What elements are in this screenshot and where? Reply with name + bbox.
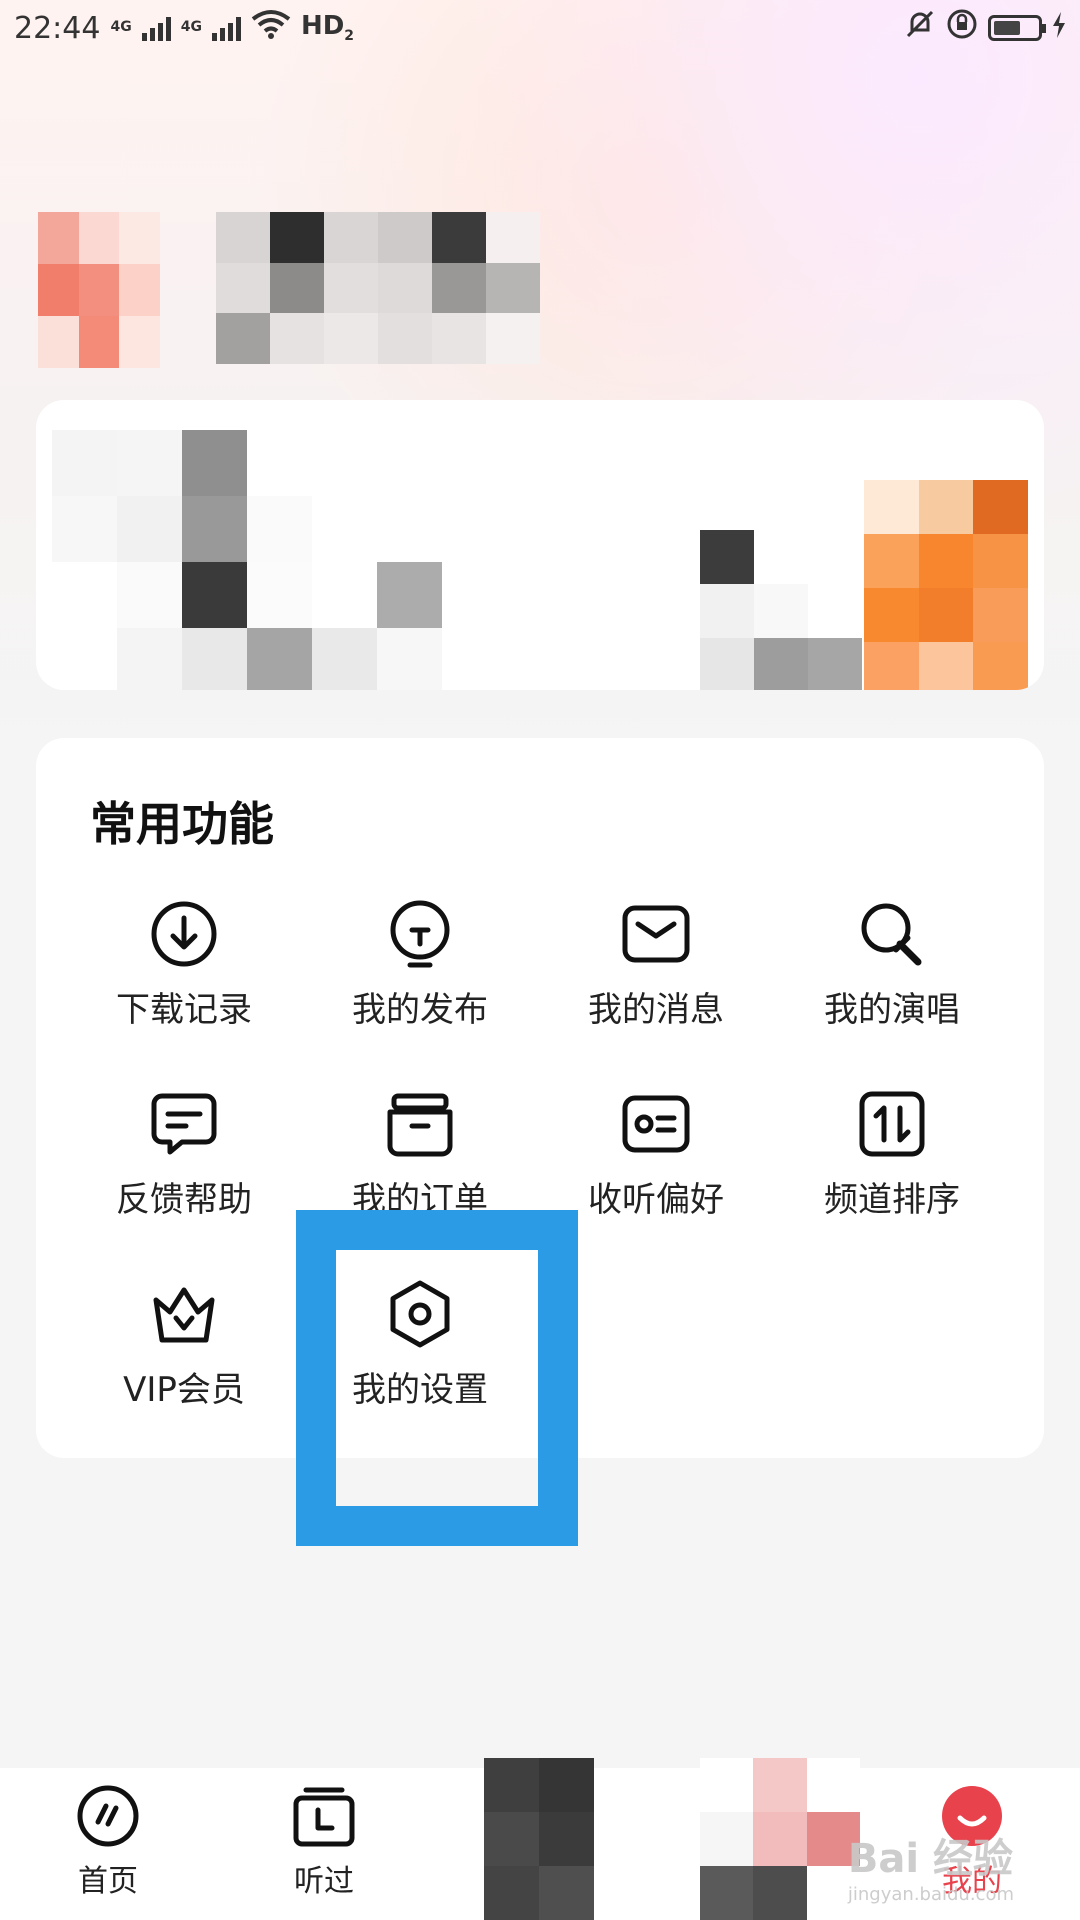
wifi-icon	[251, 9, 291, 47]
signal-icon	[141, 15, 171, 41]
network-label-1: 4G	[110, 19, 132, 35]
status-right	[904, 8, 1066, 48]
charging-icon	[1052, 11, 1066, 46]
watermark-sub: jingyan.baidu.com	[847, 1884, 1014, 1905]
sort-icon	[856, 1088, 928, 1160]
status-left: 22:44 4G 4G HD2	[14, 9, 354, 47]
tab-history[interactable]: 听过	[264, 1784, 384, 1900]
vip-member-item[interactable]: VIP会员	[66, 1278, 302, 1438]
item-label: 我的消息	[588, 990, 724, 1030]
channel-sort-item[interactable]: 频道排序	[774, 1088, 1010, 1248]
status-bar: 22:44 4G 4G HD2	[0, 0, 1080, 56]
my-publish-item[interactable]: 我的发布	[302, 898, 538, 1058]
preference-card-icon	[620, 1088, 692, 1160]
item-label: 反馈帮助	[116, 1180, 252, 1220]
home-icon	[76, 1784, 140, 1848]
obscured-stats-right	[700, 530, 862, 690]
my-message-item[interactable]: 我的消息	[538, 898, 774, 1058]
network-label-2: 4G	[180, 19, 202, 35]
my-singing-item[interactable]: 我的演唱	[774, 898, 1010, 1058]
order-box-icon	[384, 1088, 456, 1160]
tab-label: 首页	[78, 1864, 138, 1899]
crown-icon	[148, 1278, 220, 1350]
feedback-icon	[148, 1088, 220, 1160]
obscured-stats	[52, 430, 442, 690]
history-icon	[292, 1784, 356, 1848]
username	[216, 212, 540, 364]
signal-icon-2	[211, 15, 241, 41]
hd-sub: 2	[344, 28, 355, 45]
rotation-lock-icon	[946, 8, 978, 48]
item-label: 下载记录	[116, 990, 252, 1030]
obscured-promo-image[interactable]	[864, 480, 1028, 690]
mute-bell-icon	[904, 8, 936, 48]
watermark-text: Bai 经验	[847, 1836, 1014, 1882]
item-label: 频道排序	[824, 1180, 960, 1220]
item-label: VIP会员	[123, 1370, 245, 1410]
item-label: 我的演唱	[824, 990, 960, 1030]
feedback-help-item[interactable]: 反馈帮助	[66, 1088, 302, 1248]
section-title: 常用功能	[90, 797, 274, 851]
obscured-tab-item[interactable]	[700, 1758, 860, 1920]
message-icon	[620, 898, 692, 970]
download-record-item[interactable]: 下载记录	[66, 898, 302, 1058]
item-label: 我的发布	[352, 990, 488, 1030]
highlight-frame	[296, 1210, 578, 1546]
hd-icon: HD2	[301, 11, 354, 44]
obscured-center-tab[interactable]	[484, 1758, 594, 1920]
profile-stats-card[interactable]	[36, 400, 1044, 690]
tab-label: 听过	[294, 1864, 354, 1899]
microphone-icon	[856, 898, 928, 970]
download-icon	[148, 898, 220, 970]
publish-icon	[384, 898, 456, 970]
watermark: Bai 经验 jingyan.baidu.com	[848, 1826, 1014, 1905]
battery-icon	[988, 15, 1046, 41]
tab-home[interactable]: 首页	[48, 1784, 168, 1900]
clock: 22:44	[14, 10, 101, 46]
hd-label: HD	[300, 11, 345, 42]
avatar[interactable]	[38, 212, 160, 368]
